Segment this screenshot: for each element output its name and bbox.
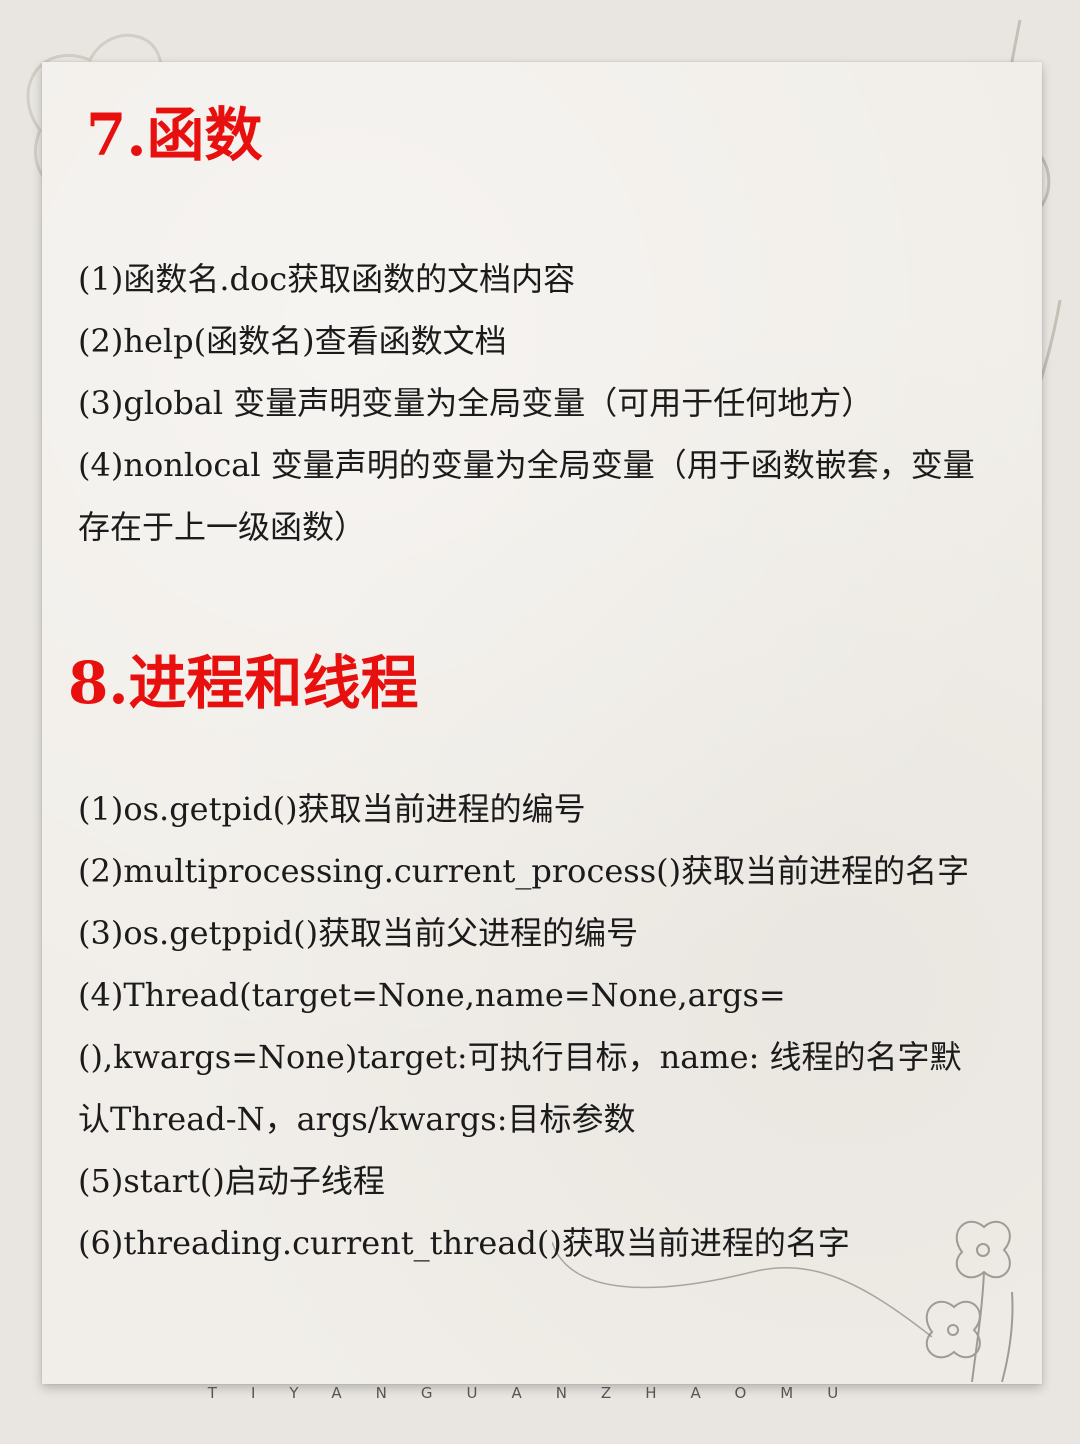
list-item: (2)multiprocessing.current_process()获取当前… xyxy=(78,852,970,890)
list-item: (1)os.getpid()获取当前进程的编号 xyxy=(78,790,586,828)
section-heading-functions: 7.函数 xyxy=(86,101,263,169)
list-item: (6)threading.current_thread()获取当前进程的名字 xyxy=(78,1224,850,1262)
list-item: (4)nonlocal 变量声明的变量为全局变量（用于函数嵌套，变量存在于上一级… xyxy=(78,446,975,546)
list-item: (5)start()启动子线程 xyxy=(78,1162,385,1200)
list-item: (4)Thread(target=None,name=None,args=(),… xyxy=(78,976,962,1138)
section-functions: (1)函数名.doc获取函数的文档内容 (2)help(函数名)查看函数文档 (… xyxy=(78,248,978,558)
list-item: (2)help(函数名)查看函数文档 xyxy=(78,322,507,360)
list-item: (3)global 变量声明变量为全局变量（可用于任何地方） xyxy=(78,384,874,422)
section-heading-process-thread: 8.进程和线程 xyxy=(68,649,419,717)
footer-watermark: TIYANGUANZHAOMU xyxy=(207,1384,873,1402)
list-item: (3)os.getppid()获取当前父进程的编号 xyxy=(78,914,639,952)
list-item: (1)函数名.doc获取函数的文档内容 xyxy=(78,260,576,298)
section-process-thread: (1)os.getpid()获取当前进程的编号 (2)multiprocessi… xyxy=(78,778,978,1274)
